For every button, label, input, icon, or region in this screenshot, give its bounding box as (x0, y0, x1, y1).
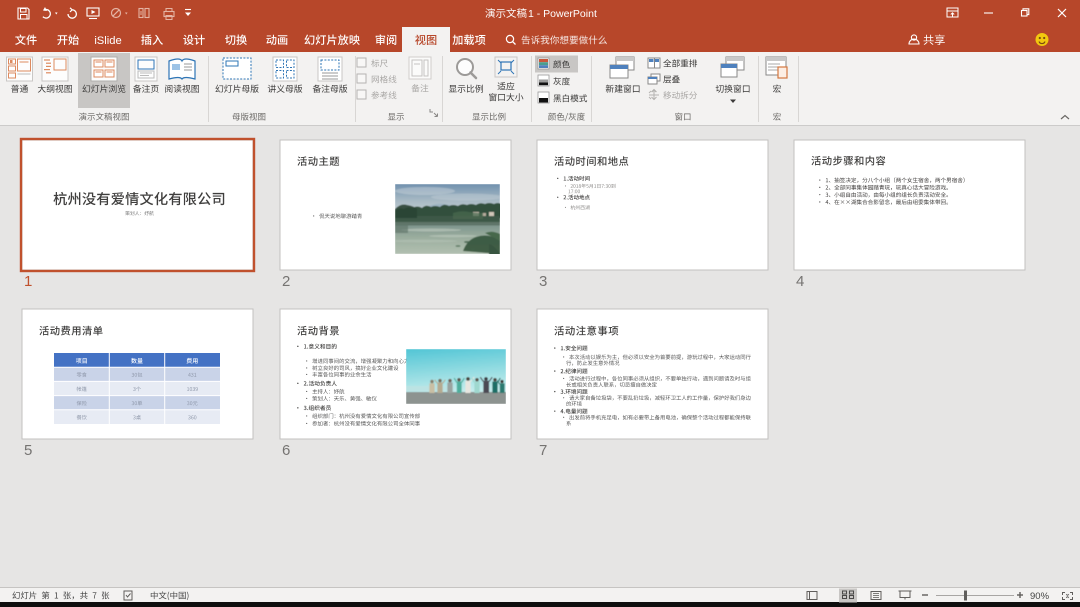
svg-text:1: 1 (24, 273, 32, 290)
svg-text:3: 3 (539, 273, 547, 290)
svg-text:7: 7 (539, 442, 547, 459)
svg-text:6: 6 (282, 442, 290, 459)
svg-text:2: 2 (282, 273, 290, 290)
svg-text:1 - PowerPoint: 1 - PowerPoint (528, 8, 597, 20)
svg-text:iSlide: iSlide (94, 35, 121, 47)
svg-text:90%: 90% (1030, 591, 1050, 602)
svg-text:4: 4 (796, 273, 804, 290)
svg-text:5: 5 (24, 442, 32, 459)
